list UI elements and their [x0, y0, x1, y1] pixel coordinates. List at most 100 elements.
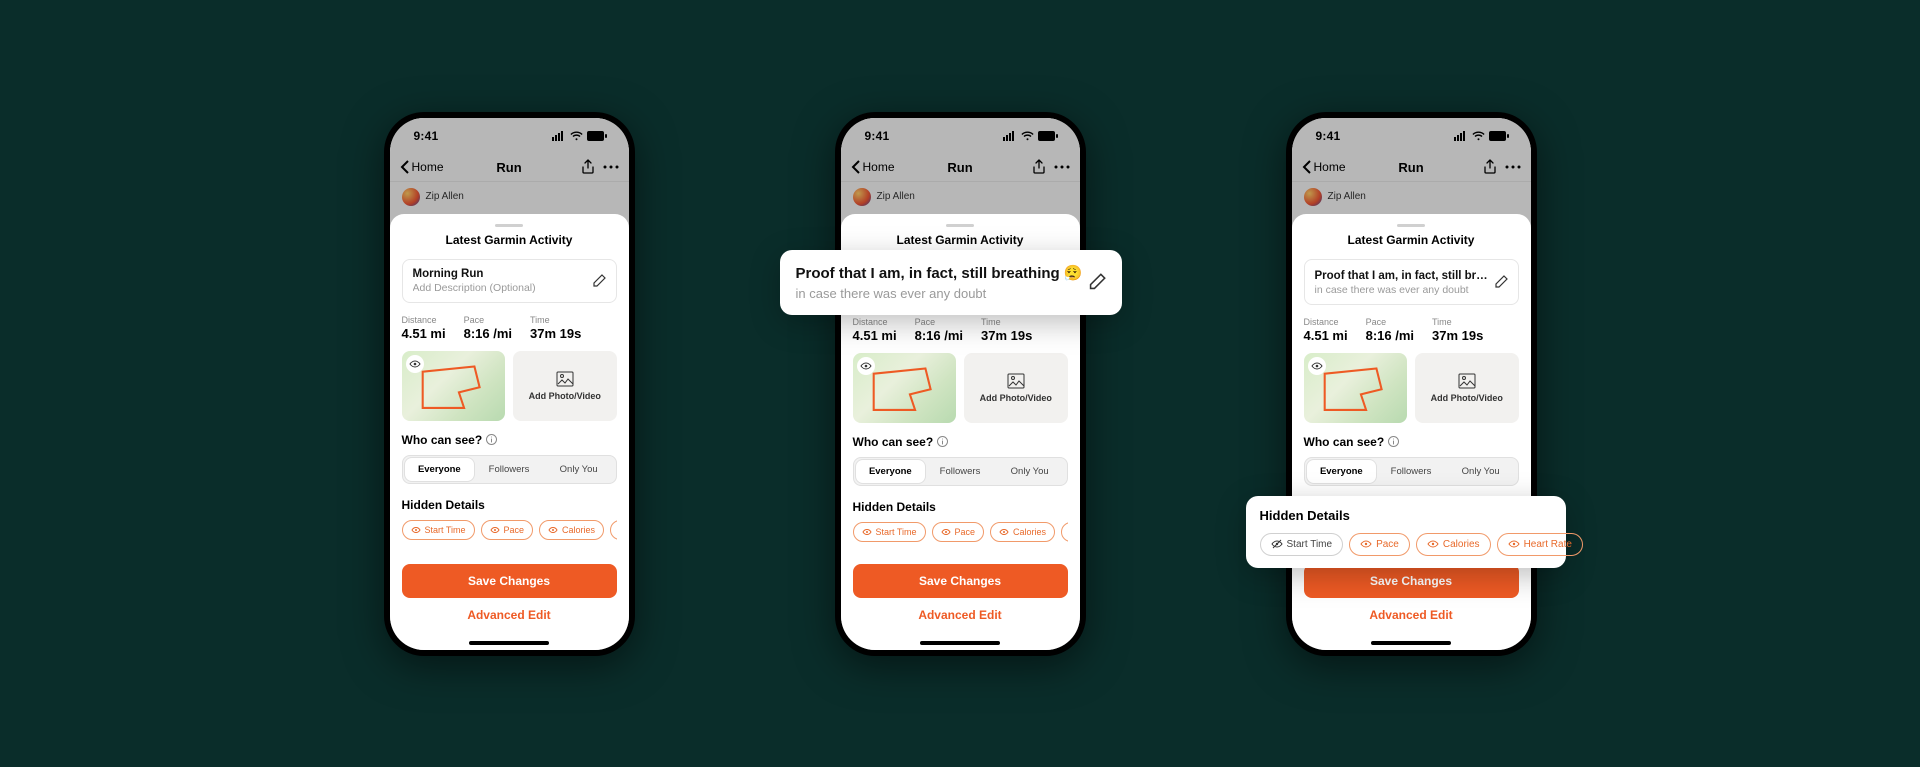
- battery-icon: [587, 131, 607, 141]
- eye-icon: [1508, 539, 1520, 549]
- chip-start-time[interactable]: Start Time: [402, 520, 475, 540]
- privacy-followers[interactable]: Followers: [474, 458, 544, 481]
- map-visibility-badge[interactable]: [406, 355, 424, 373]
- privacy-everyone[interactable]: Everyone: [405, 458, 475, 481]
- share-icon[interactable]: [1483, 159, 1497, 175]
- chip-start-time[interactable]: Start Time: [853, 522, 926, 542]
- title-edit-callout[interactable]: Proof that I am, in fact, still breathin…: [780, 250, 1122, 315]
- user-row: Zip Allen: [841, 182, 1080, 206]
- eye-icon: [1360, 539, 1372, 549]
- chip-calories[interactable]: Calories: [539, 520, 604, 540]
- map-preview[interactable]: [1304, 353, 1408, 423]
- chip-pace[interactable]: Pace: [481, 520, 534, 540]
- eye-off-icon: [1271, 539, 1283, 549]
- info-icon[interactable]: [937, 436, 948, 447]
- activity-title-card[interactable]: Proof that I am, in fact, still breathin…: [1304, 259, 1519, 305]
- callout-sub: in case there was ever any doubt: [796, 286, 1083, 301]
- stat-pace: Pace8:16 /mi: [464, 315, 512, 341]
- map-preview[interactable]: [402, 351, 506, 421]
- privacy-everyone[interactable]: Everyone: [1307, 460, 1377, 483]
- activity-title-card[interactable]: Morning Run Add Description (Optional): [402, 259, 617, 303]
- privacy-everyone[interactable]: Everyone: [856, 460, 926, 483]
- save-button[interactable]: Save Changes: [853, 564, 1068, 598]
- chip-pace[interactable]: Pace: [932, 522, 985, 542]
- privacy-only-you[interactable]: Only You: [1446, 460, 1516, 483]
- avatar: [853, 188, 871, 206]
- stat-distance: Distance4.51 mi: [1304, 317, 1348, 343]
- info-icon[interactable]: [1388, 436, 1399, 447]
- chip-heart-rate[interactable]: Heart Rate: [1497, 533, 1583, 556]
- phone-screen: 9:41 Home Run Zip: [1292, 118, 1531, 650]
- status-time: 9:41: [414, 129, 439, 143]
- add-photo-button[interactable]: Add Photo/Video: [1415, 353, 1519, 423]
- privacy-followers[interactable]: Followers: [1376, 460, 1446, 483]
- advanced-edit-button[interactable]: Advanced Edit: [853, 598, 1068, 632]
- eye-icon: [1427, 539, 1439, 549]
- add-photo-button[interactable]: Add Photo/Video: [964, 353, 1068, 423]
- eye-icon: [490, 526, 500, 534]
- edit-icon[interactable]: [1494, 275, 1508, 289]
- chip-heart-rate[interactable]: Hear: [610, 520, 616, 540]
- back-label: Home: [863, 160, 895, 174]
- chip-calories[interactable]: Calories: [990, 522, 1055, 542]
- stat-time: Time37m 19s: [981, 317, 1032, 343]
- more-icon[interactable]: [1505, 165, 1521, 169]
- edit-icon[interactable]: [1088, 273, 1106, 291]
- privacy-followers[interactable]: Followers: [925, 460, 995, 483]
- status-bar: 9:41: [390, 118, 629, 154]
- privacy-segmented[interactable]: Everyone Followers Only You: [853, 457, 1068, 486]
- eye-icon: [862, 528, 872, 536]
- sheet-handle[interactable]: [946, 224, 974, 227]
- user-row: Zip Allen: [1292, 182, 1531, 206]
- chip-calories[interactable]: Calories: [1416, 533, 1491, 556]
- battery-icon: [1038, 131, 1058, 141]
- phone-screen: 9:41 Home Run Zip: [390, 118, 629, 650]
- activity-title: Morning Run: [413, 268, 592, 280]
- home-indicator[interactable]: [1371, 641, 1451, 645]
- activity-stats: Distance4.51 mi Pace8:16 /mi Time37m 19s: [1304, 317, 1519, 343]
- wifi-icon: [570, 131, 583, 141]
- back-button[interactable]: Home: [400, 160, 444, 174]
- add-photo-button[interactable]: Add Photo/Video: [513, 351, 617, 421]
- privacy-only-you[interactable]: Only You: [544, 458, 614, 481]
- sheet-handle[interactable]: [1397, 224, 1425, 227]
- home-indicator[interactable]: [469, 641, 549, 645]
- privacy-only-you[interactable]: Only You: [995, 460, 1065, 483]
- nav-bar: Home Run: [390, 154, 629, 182]
- hidden-chips: Start Time Pace Calories Hear: [853, 522, 1068, 542]
- hidden-header: Hidden Details: [853, 500, 1068, 514]
- privacy-header: Who can see?: [402, 433, 617, 447]
- activity-description: Add Description (Optional): [413, 282, 592, 294]
- back-button[interactable]: Home: [1302, 160, 1346, 174]
- chip-pace[interactable]: Pace: [1349, 533, 1410, 556]
- save-button[interactable]: Save Changes: [402, 564, 617, 598]
- info-icon[interactable]: [486, 434, 497, 445]
- chip-heart-rate[interactable]: Hear: [1061, 522, 1067, 542]
- map-visibility-badge[interactable]: [857, 357, 875, 375]
- map-visibility-badge[interactable]: [1308, 357, 1326, 375]
- more-icon[interactable]: [1054, 165, 1070, 169]
- status-time: 9:41: [1316, 129, 1341, 143]
- share-icon[interactable]: [1032, 159, 1046, 175]
- share-icon[interactable]: [581, 159, 595, 175]
- status-time: 9:41: [865, 129, 890, 143]
- save-button[interactable]: Save Changes: [1304, 564, 1519, 598]
- privacy-segmented[interactable]: Everyone Followers Only You: [402, 455, 617, 484]
- wifi-icon: [1472, 131, 1485, 141]
- advanced-edit-button[interactable]: Advanced Edit: [402, 598, 617, 632]
- home-indicator[interactable]: [920, 641, 1000, 645]
- privacy-segmented[interactable]: Everyone Followers Only You: [1304, 457, 1519, 486]
- edit-icon[interactable]: [592, 274, 606, 288]
- eye-icon: [860, 360, 872, 372]
- phone-frame: 9:41 Home Run Zip: [835, 112, 1086, 656]
- advanced-edit-button[interactable]: Advanced Edit: [1304, 598, 1519, 632]
- activity-description: in case there was ever any doubt: [1315, 284, 1494, 296]
- map-preview[interactable]: [853, 353, 957, 423]
- more-icon[interactable]: [603, 165, 619, 169]
- back-button[interactable]: Home: [851, 160, 895, 174]
- hidden-callout-title: Hidden Details: [1260, 508, 1552, 523]
- sheet-handle[interactable]: [495, 224, 523, 227]
- chip-start-time[interactable]: Start Time: [1260, 533, 1344, 556]
- callout-title: Proof that I am, in fact, still breathin…: [796, 264, 1083, 282]
- add-photo-label: Add Photo/Video: [980, 393, 1052, 403]
